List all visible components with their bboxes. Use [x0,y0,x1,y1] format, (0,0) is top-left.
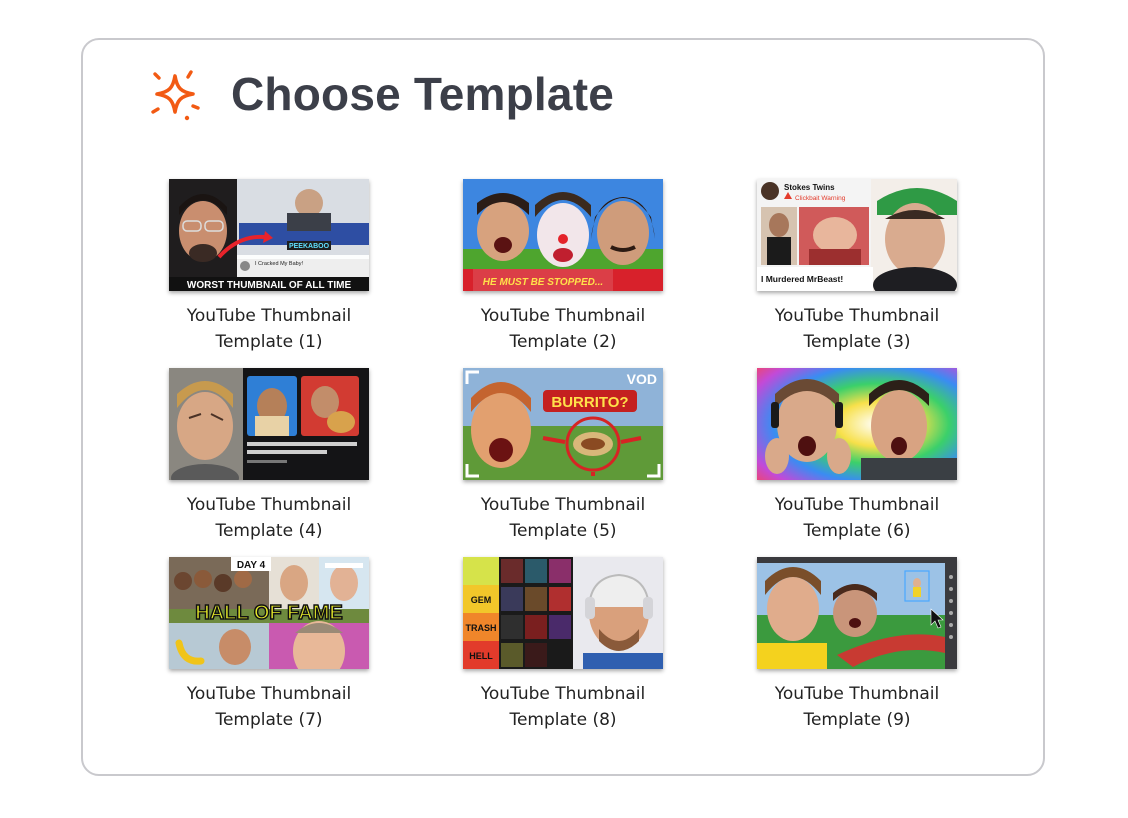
thumbnail-channel-3: Stokes Twins [784,183,835,192]
thumbnail-overlay-5: BURRITO? [551,394,628,411]
template-tile-3[interactable]: Stokes Twins Clickbait Warning I Murdere… [757,179,957,368]
template-tile-5[interactable]: BURRITO? VOD YouTube Thumbnail Template … [463,368,663,557]
template-label-6[interactable]: YouTube Thumbnail Template (6) [757,492,957,544]
template-label-1[interactable]: YouTube Thumbnail Template (1) [169,303,369,355]
template-thumbnail-3[interactable]: Stokes Twins Clickbait Warning I Murdere… [757,179,957,291]
panel-header: Choose Template [147,66,614,122]
template-label-7[interactable]: YouTube Thumbnail Template (7) [169,681,369,733]
choose-template-panel: Choose Template PEEKABOO I Cracked My Ba… [81,38,1045,776]
thumbnail-overlay-7: HALL OF FAME [195,602,342,624]
template-label-5[interactable]: YouTube Thumbnail Template (5) [463,492,663,544]
template-thumbnail-9[interactable] [757,557,957,669]
tier-label-trash: TRASH [466,623,497,633]
template-tile-4[interactable]: YouTube Thumbnail Template (4) [169,368,369,557]
template-tile-1[interactable]: PEEKABOO I Cracked My Baby! WORST THUMBN… [169,179,369,368]
template-thumbnail-6[interactable] [757,368,957,480]
template-thumbnail-2[interactable]: HE MUST BE STOPPED... [463,179,663,291]
template-thumbnail-7[interactable]: DAY 4 HALL OF FAME [169,557,369,669]
tier-label-hell: HELL [469,651,493,661]
thumbnail-overlay-3: I Murdered MrBeast! [761,274,843,284]
template-tile-7[interactable]: DAY 4 HALL OF FAME YouTube Thumbnail Tem… [169,557,369,746]
template-label-4[interactable]: YouTube Thumbnail Template (4) [169,492,369,544]
template-thumbnail-5[interactable]: BURRITO? VOD [463,368,663,480]
template-label-2[interactable]: YouTube Thumbnail Template (2) [463,303,663,355]
template-thumbnail-8[interactable]: GEM TRASH HELL [463,557,663,669]
tier-label-gem: GEM [471,595,492,605]
template-tile-6[interactable]: YouTube Thumbnail Template (6) [757,368,957,557]
thumbnail-tag-1: PEEKABOO [289,243,330,250]
thumbnail-overlay-1: WORST THUMBNAIL OF ALL TIME [187,280,352,291]
thumbnail-subtitle-1: I Cracked My Baby! [255,261,303,267]
thumbnail-tag-7: DAY 4 [237,560,266,571]
template-tile-8[interactable]: GEM TRASH HELL YouTube Thumbnail Templat… [463,557,663,746]
template-label-9[interactable]: YouTube Thumbnail Template (9) [757,681,957,733]
template-thumbnail-1[interactable]: PEEKABOO I Cracked My Baby! WORST THUMBN… [169,179,369,291]
template-thumbnail-4[interactable] [169,368,369,480]
template-tile-2[interactable]: HE MUST BE STOPPED... YouTube Thumbnail … [463,179,663,368]
thumbnail-overlay-2: HE MUST BE STOPPED... [483,277,603,288]
template-grid: PEEKABOO I Cracked My Baby! WORST THUMBN… [169,179,957,746]
template-label-8[interactable]: YouTube Thumbnail Template (8) [463,681,663,733]
thumbnail-tag-5: VOD [627,371,657,387]
sparkle-icon [151,70,200,121]
thumbnail-warning-3: Clickbait Warning [795,195,846,202]
page-title: Choose Template [231,68,614,120]
template-label-3[interactable]: YouTube Thumbnail Template (3) [757,303,957,355]
template-tile-9[interactable]: YouTube Thumbnail Template (9) [757,557,957,746]
